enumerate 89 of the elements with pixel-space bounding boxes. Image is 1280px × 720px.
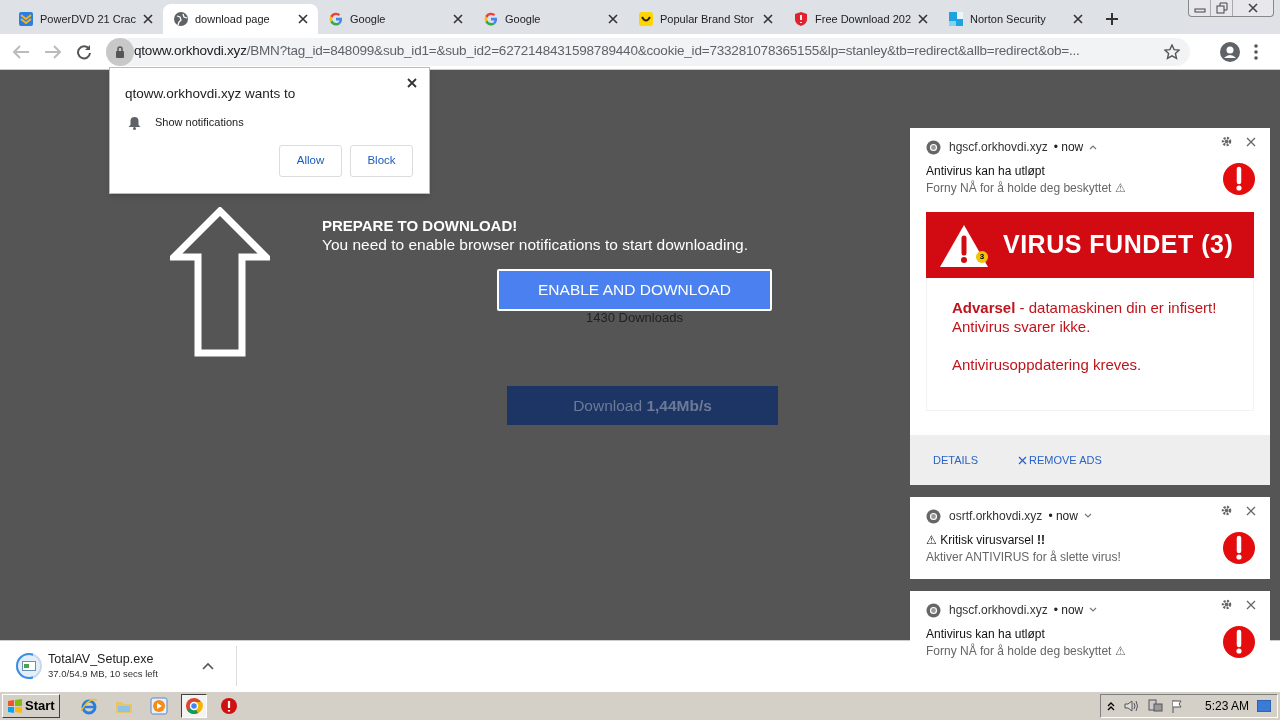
start-button[interactable]: Start xyxy=(2,694,60,718)
browser-tab[interactable]: Popular Brand Stor xyxy=(628,4,783,34)
shield-icon xyxy=(793,11,809,27)
new-tab-icon[interactable] xyxy=(1105,12,1119,26)
browser-tab[interactable]: Google xyxy=(318,4,473,34)
flag-icon[interactable] xyxy=(1170,699,1185,713)
close-icon[interactable] xyxy=(143,14,153,24)
download-size-text: 37.0/54.9 MB, 10 secs left xyxy=(48,666,159,681)
squares-icon xyxy=(948,11,964,27)
close-icon[interactable] xyxy=(1246,136,1256,147)
notification-action-button[interactable]: DETAILS xyxy=(933,451,979,469)
exclamation-circle-icon xyxy=(1222,162,1256,196)
notification-title: Antivirus kan ha utløpt xyxy=(926,625,1046,643)
close-icon[interactable] xyxy=(608,14,618,24)
popup-title: qtoww.orkhovdi.xyz wants to xyxy=(125,85,297,103)
windows-logo-icon xyxy=(7,698,23,714)
speaker-icon[interactable] xyxy=(1122,699,1139,713)
close-icon xyxy=(1018,455,1028,465)
more-menu-icon[interactable] xyxy=(1254,43,1258,60)
reload-icon[interactable] xyxy=(76,43,92,60)
globe-icon xyxy=(173,11,189,27)
notification-title: Antivirus kan ha utløpt xyxy=(926,162,1046,180)
google-icon xyxy=(483,11,499,27)
exclamation-circle-icon xyxy=(1222,531,1256,565)
caret-up-icon[interactable] xyxy=(1089,144,1098,150)
chevron-up-icon[interactable] xyxy=(1106,701,1115,711)
clock: 5:23 AM xyxy=(1204,698,1249,715)
caret-icon[interactable] xyxy=(202,661,214,670)
settings-icon[interactable] xyxy=(1221,505,1232,516)
browser-tab[interactable]: Free Download 202 xyxy=(783,4,938,34)
warning-text: Antivirusoppdatering kreves. xyxy=(952,355,1143,374)
close-icon[interactable] xyxy=(1246,599,1256,610)
warning-circle-icon xyxy=(219,697,238,715)
browser-logo-icon xyxy=(926,602,941,618)
settings-icon[interactable] xyxy=(1221,136,1232,147)
address-field[interactable]: qtoww.orkhovdi.xyz/BMN?tag_id=848099&sub_id1=&sub_id2=6272148431598789440&cookie_id=733281078365155&lp=stanley&tb=redirect&allb=redirect&ob=... xyxy=(106,37,1190,66)
warning-text: Antivirus svarer ikke. xyxy=(952,317,1092,336)
close-icon[interactable] xyxy=(298,14,308,24)
caret-down-icon[interactable] xyxy=(1083,513,1092,519)
taskbar-app-button[interactable] xyxy=(180,694,207,718)
browser-tab[interactable]: PowerDVD 21 Crac xyxy=(8,4,163,34)
notification-site: osrtf.orkhovdi.xyz xyxy=(949,508,1043,525)
close-icon[interactable] xyxy=(1247,3,1259,13)
chevron-logo-icon xyxy=(18,11,34,27)
permission-item: Show notifications xyxy=(155,115,244,131)
close-icon[interactable] xyxy=(918,14,928,24)
notification-title: ⚠ Kritisk virusvarsel !! xyxy=(926,531,1046,549)
network-icon[interactable] xyxy=(1146,699,1163,713)
permission-button[interactable]: Allow xyxy=(279,144,342,177)
download-filename: TotalAV_Setup.exe xyxy=(48,650,155,667)
browser-logo-icon xyxy=(926,508,941,524)
restore-icon[interactable] xyxy=(1215,2,1228,14)
page-subheading: You need to enable browser notifications to start downloading. xyxy=(322,235,749,254)
notification-action-button[interactable]: REMOVE ADS xyxy=(1018,451,1102,469)
lock-icon xyxy=(115,45,125,58)
settings-icon[interactable] xyxy=(1221,599,1232,610)
notification-time: • now xyxy=(1048,508,1078,525)
close-icon[interactable] xyxy=(1073,14,1083,24)
account-icon[interactable] xyxy=(1220,41,1240,62)
browser-e-icon xyxy=(79,697,98,715)
notification-body: Forny NÅ for å holde deg beskyttet ⚠ xyxy=(926,642,1126,659)
google-icon xyxy=(328,11,344,27)
star-icon[interactable] xyxy=(1164,43,1180,60)
close-icon[interactable] xyxy=(453,14,463,24)
chrome-icon xyxy=(184,697,203,715)
notification-time: • now xyxy=(1053,602,1084,619)
browser-tab[interactable]: Google xyxy=(473,4,628,34)
exclamation-circle-icon xyxy=(1222,625,1256,659)
caret-down-icon[interactable] xyxy=(1089,607,1098,613)
notification-body: Forny NÅ for å holde deg beskyttet ⚠ xyxy=(926,179,1126,196)
close-icon[interactable] xyxy=(763,14,773,24)
enable-download-button[interactable]: ENABLE AND DOWNLOAD xyxy=(497,269,772,311)
notification-time: • now xyxy=(1053,139,1084,156)
browser-logo-icon xyxy=(926,139,941,155)
browser-tab[interactable]: download page xyxy=(163,4,318,34)
smile-icon xyxy=(638,11,654,27)
close-icon[interactable] xyxy=(1246,505,1256,516)
close-icon[interactable] xyxy=(407,78,417,88)
media-player-icon xyxy=(149,697,168,715)
notification-site: hgscf.orkhovdi.xyz xyxy=(949,602,1048,619)
permission-button[interactable]: Block xyxy=(350,144,413,177)
banner-title: VIRUS FUNDET (3) xyxy=(1003,229,1234,261)
notification-body: Aktiver ANTIVIRUS for å slette virus! xyxy=(926,548,1121,565)
warning-text: Advarsel - datamaskinen din er infisert! xyxy=(952,298,1218,317)
page-heading: PREPARE TO DOWNLOAD! xyxy=(322,216,519,235)
bell-icon xyxy=(128,115,141,130)
installer-file-icon xyxy=(22,660,36,671)
notification-site: hgscf.orkhovdi.xyz xyxy=(949,139,1048,156)
browser-tab[interactable]: Norton Security xyxy=(938,4,1093,34)
